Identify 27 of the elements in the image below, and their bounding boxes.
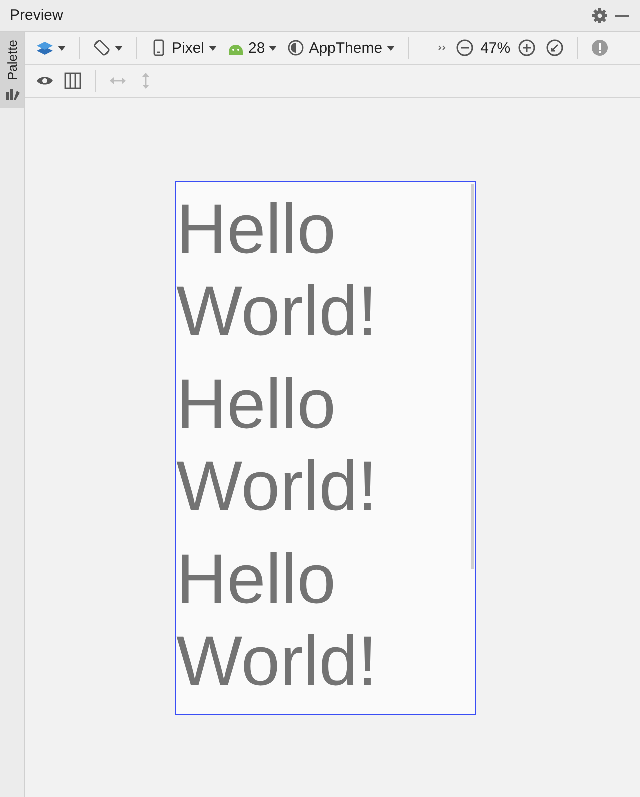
- window-title: Preview: [10, 7, 64, 24]
- theme-dropdown[interactable]: AppTheme: [284, 37, 398, 59]
- caret-icon: [115, 46, 123, 50]
- zoom-in-icon: [518, 39, 536, 57]
- api-level-dropdown[interactable]: 28: [224, 37, 280, 59]
- text-view: Hello World!: [176, 539, 378, 702]
- minimize-button[interactable]: [612, 12, 632, 18]
- zoom-level: 47%: [480, 40, 511, 56]
- zoom-out-icon: [456, 39, 474, 57]
- palette-tab[interactable]: Palette: [0, 32, 24, 108]
- minimize-icon: [615, 14, 629, 16]
- theme-icon: [287, 39, 306, 57]
- text-view: Hello World!: [176, 364, 378, 527]
- caret-icon: [386, 46, 395, 50]
- zoom-fit-icon: [546, 39, 564, 57]
- caret-icon: [208, 46, 217, 50]
- caret-icon: [58, 46, 66, 50]
- palette-icon: [4, 86, 20, 102]
- double-chevron-icon: [438, 45, 446, 51]
- caret-icon: [269, 46, 278, 50]
- columns-icon: [64, 72, 82, 90]
- exclamation-icon: [590, 39, 609, 57]
- text-view: Hello World!: [176, 189, 378, 352]
- device-dropdown[interactable]: Pixel: [147, 37, 220, 59]
- layers-icon: [36, 40, 54, 56]
- rotate-phone-icon: [93, 39, 111, 57]
- settings-icon: [591, 6, 609, 24]
